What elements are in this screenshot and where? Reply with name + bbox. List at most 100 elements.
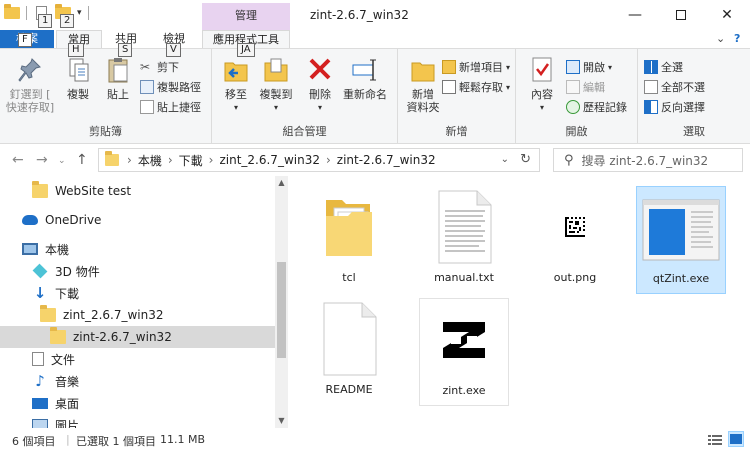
chevron-down-icon[interactable]: ⌄	[716, 32, 725, 45]
file-item-tcl[interactable]: tcl	[304, 186, 394, 294]
scroll-thumb[interactable]	[277, 262, 286, 358]
nav-item-pictures[interactable]: 圖片	[0, 414, 275, 428]
breadcrumb-separator: ›	[127, 153, 132, 167]
nav-item-website-test[interactable]: WebSite test	[0, 180, 275, 202]
music-icon: ♪	[35, 372, 45, 390]
nav-item-label: 音樂	[55, 374, 80, 389]
nav-item-zint-parent[interactable]: zint_2.6.7_win32	[0, 304, 275, 326]
easy-access-label: 輕鬆存取	[459, 81, 503, 94]
copy-to-icon	[264, 58, 288, 82]
nav-item-onedrive[interactable]: OneDrive	[0, 209, 275, 231]
easy-access-button[interactable]: 輕鬆存取 ▾	[442, 79, 510, 95]
history-button[interactable]: 歷程記錄	[566, 99, 627, 115]
breadcrumb-downloads[interactable]: 下載	[179, 152, 203, 169]
group-label-organize: 組合管理	[282, 125, 327, 138]
scroll-down-icon[interactable]: ▼	[275, 416, 288, 425]
breadcrumb-zint-parent[interactable]: zint_2.6.7_win32	[219, 153, 320, 167]
nav-item-label: zint_2.6.7_win32	[63, 308, 164, 322]
large-icons-view-icon[interactable]	[728, 431, 744, 447]
delete-button[interactable]: 刪除 ▾	[302, 55, 338, 114]
easy-access-icon	[442, 80, 456, 94]
paste-shortcut-button[interactable]: 貼上捷徑	[140, 99, 201, 115]
copy-path-icon	[140, 80, 154, 94]
chevron-down-icon: ▾	[233, 103, 238, 112]
folder-icon	[50, 327, 66, 344]
details-view-icon[interactable]	[706, 431, 722, 447]
history-label: 歷程記錄	[583, 101, 627, 114]
nav-item-zint-current[interactable]: zint-2.6.7_win32	[0, 326, 275, 348]
keytip-file: F	[18, 33, 32, 47]
paste-shortcut-label: 貼上捷徑	[157, 101, 201, 114]
window-title: zint-2.6.7_win32	[310, 8, 409, 22]
breadcrumb-this-pc[interactable]: 本機	[138, 152, 162, 169]
desktop-icon	[32, 397, 48, 409]
file-item-zint-exe[interactable]: zint.exe	[419, 298, 509, 406]
nav-item-label: 3D 物件	[55, 264, 100, 279]
keytip-qat-2: 2	[60, 14, 75, 28]
move-to-button[interactable]: 移至 ▾	[218, 55, 254, 114]
chevron-down-icon[interactable]: ▾	[77, 8, 82, 18]
folder-icon	[4, 4, 20, 21]
select-all-button[interactable]: 全選	[644, 59, 683, 75]
folder-icon	[105, 151, 119, 166]
datamatrix-image-icon	[565, 217, 585, 237]
search-box[interactable]: ⚲ 搜尋 zint-2.6.7_win32	[553, 148, 743, 172]
cut-button[interactable]: ✂ 剪下	[140, 59, 179, 75]
nav-item-music[interactable]: ♪ 音樂	[0, 370, 275, 392]
group-new: 新增 資料夾 新增項目 ▾ 輕鬆存取 ▾ 新增	[398, 49, 516, 143]
breadcrumb-separator: ›	[325, 153, 331, 167]
group-label-clipboard: 剪貼簿	[89, 125, 122, 138]
forward-arrow-icon[interactable]: →	[36, 152, 48, 168]
group-select: 全選 全部不選 反向選擇 選取	[638, 49, 750, 143]
select-none-button[interactable]: 全部不選	[644, 79, 705, 95]
recent-locations-icon[interactable]: ⌄	[58, 156, 66, 166]
chevron-down-icon: ▾	[608, 62, 613, 72]
documents-icon	[32, 352, 44, 366]
file-name: tcl	[342, 271, 356, 284]
group-organize: 移至 ▾ 複製到 ▾ 刪除 ▾ 重新命名 組合管理	[212, 49, 398, 143]
back-arrow-icon[interactable]: ←	[12, 152, 24, 168]
copy-to-label: 複製到	[259, 88, 293, 101]
status-item-count: 6 個項目	[12, 435, 56, 448]
nav-item-desktop[interactable]: 桌面	[0, 392, 275, 414]
nav-item-documents[interactable]: 文件	[0, 348, 275, 370]
properties-button[interactable]: 內容 ▾	[524, 55, 560, 114]
new-item-button[interactable]: 新增項目 ▾	[442, 59, 510, 75]
file-item-qtzint-exe[interactable]: qtZint.exe	[636, 186, 726, 294]
paste-button[interactable]: 貼上	[100, 55, 136, 101]
breadcrumb-zint-current[interactable]: zint-2.6.7_win32	[337, 153, 436, 167]
rename-button[interactable]: 重新命名	[340, 55, 390, 101]
copy-button[interactable]: 複製	[60, 55, 96, 101]
status-bar: 6 個項目 | 已選取 1 個項目 11.1 MB	[0, 428, 750, 451]
copy-to-button[interactable]: 複製到 ▾	[256, 55, 296, 114]
ribbon: 釘選到 [ 快速存取] 複製 貼上 ✂ 剪下 複製路徑 貼上捷徑 剪貼簿 移至	[0, 48, 750, 144]
nav-scrollbar[interactable]: ▲ ▼	[275, 176, 288, 428]
file-item-manual-txt[interactable]: manual.txt	[419, 186, 509, 294]
help-icon[interactable]: ?	[734, 32, 740, 45]
group-open: 內容 ▾ 開啟 ▾ 編輯 歷程記錄 開啟	[516, 49, 638, 143]
chevron-down-icon[interactable]: ⌄	[501, 154, 509, 165]
nav-item-downloads[interactable]: ↓ 下載	[0, 282, 275, 304]
qat-separator	[26, 6, 27, 20]
nav-item-this-pc[interactable]: 本機	[0, 238, 275, 260]
properties-icon	[532, 57, 552, 82]
pictures-icon	[32, 419, 48, 428]
computer-icon	[22, 243, 38, 255]
address-field[interactable]: › 本機 › 下載 › zint_2.6.7_win32 › zint-2.6.…	[98, 148, 540, 172]
move-to-icon	[224, 62, 248, 82]
maximize-button[interactable]	[658, 0, 704, 30]
copy-path-button[interactable]: 複製路徑	[140, 79, 201, 95]
minimize-button[interactable]: —	[612, 0, 658, 30]
scroll-up-icon[interactable]: ▲	[275, 178, 288, 187]
close-button[interactable]: ✕	[704, 0, 750, 30]
new-folder-button[interactable]: 新增 資料夾	[402, 55, 444, 114]
pin-quick-access-button[interactable]: 釘選到 [ 快速存取]	[4, 55, 56, 114]
open-button[interactable]: 開啟 ▾	[566, 59, 612, 75]
file-item-readme[interactable]: README	[304, 298, 394, 406]
edit-button[interactable]: 編輯	[566, 79, 605, 95]
nav-item-3d-objects[interactable]: 3D 物件	[0, 260, 275, 282]
refresh-icon[interactable]: ↻	[520, 152, 531, 167]
up-arrow-icon[interactable]: ↑	[76, 152, 88, 168]
file-item-out-png[interactable]: out.png	[530, 186, 620, 294]
invert-selection-button[interactable]: 反向選擇	[644, 99, 705, 115]
